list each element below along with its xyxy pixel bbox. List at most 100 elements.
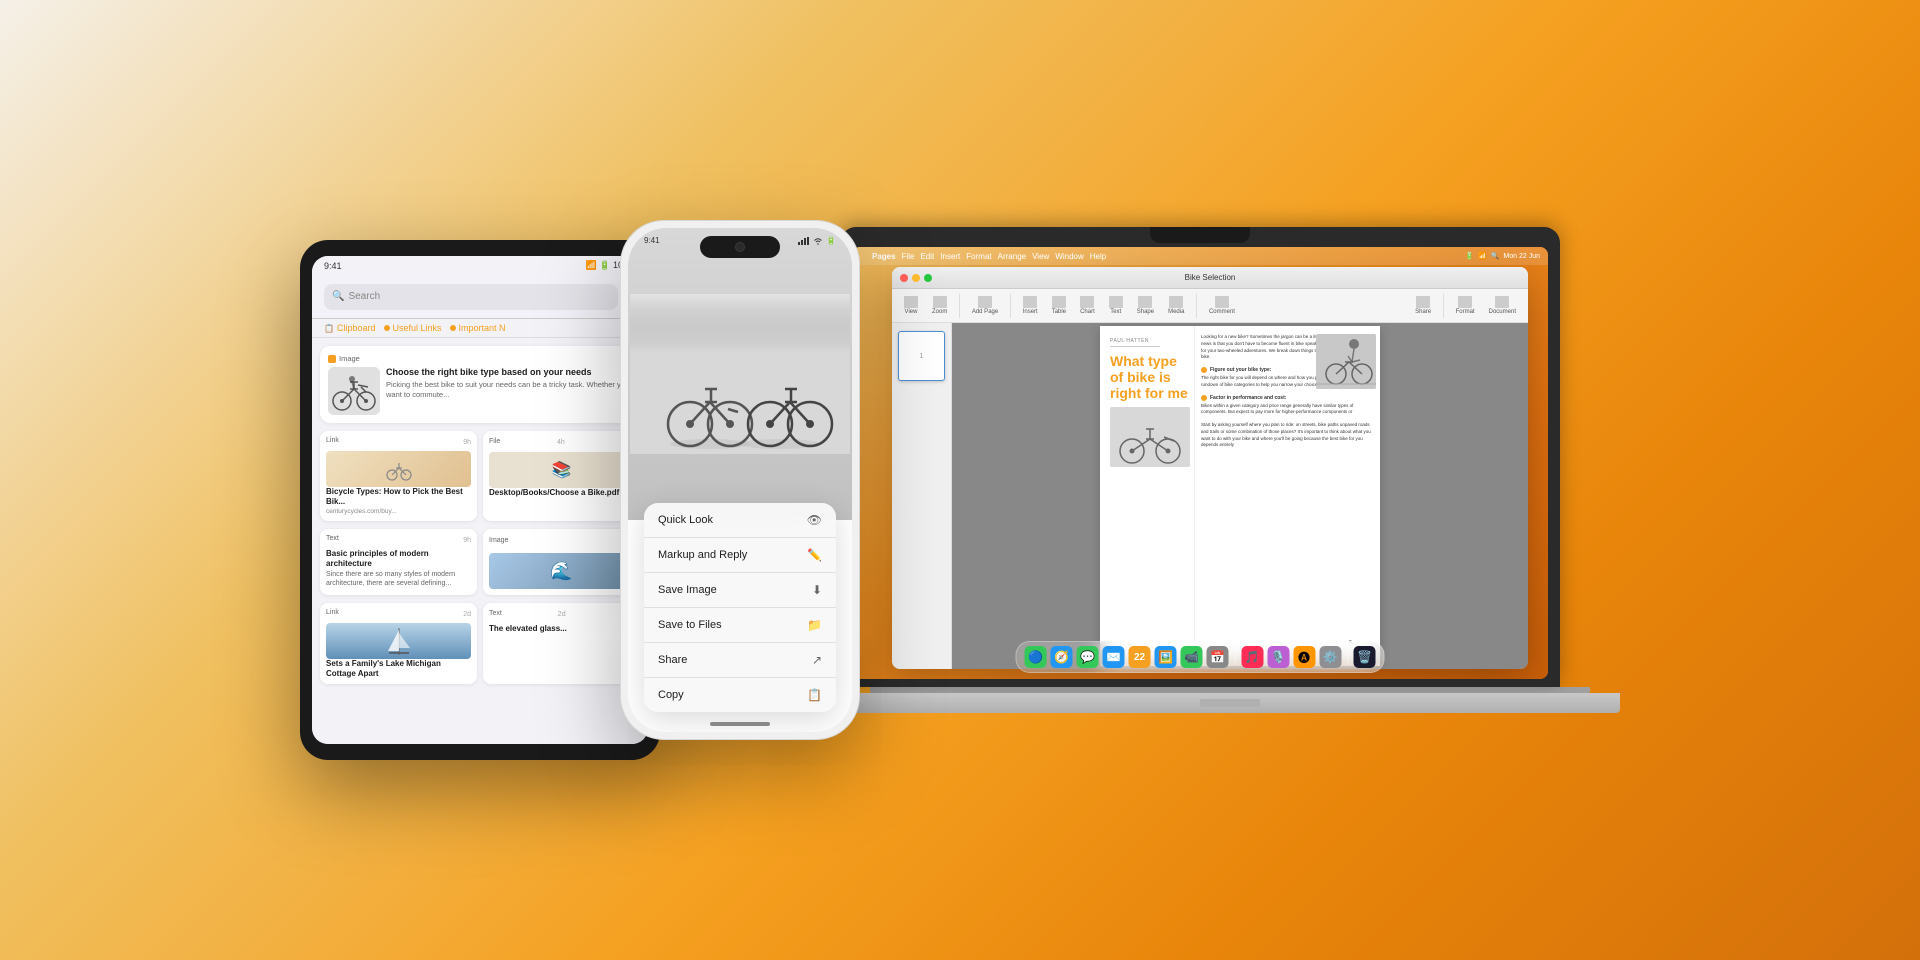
menu-edit[interactable]: Edit	[920, 252, 934, 261]
card-link2-thumb	[326, 623, 471, 659]
mac-wifi-icon: 📶	[1478, 252, 1487, 260]
dock-facetime[interactable]: 📹	[1181, 646, 1203, 668]
menu-insert[interactable]: Insert	[940, 252, 960, 261]
context-copy[interactable]: Copy 📋	[644, 678, 836, 712]
ipad-card-link2[interactable]: Link 2d	[320, 603, 477, 684]
card-link2-header: Link 2d	[326, 609, 471, 619]
ipad-card-pair-2: Text 9h Basic principles of modern archi…	[320, 529, 640, 595]
dock-photos[interactable]: 🖼️	[1155, 646, 1177, 668]
window-maximize-button[interactable]	[924, 274, 932, 282]
ipad-card-text[interactable]: Text 9h Basic principles of modern archi…	[320, 529, 477, 595]
menu-file[interactable]: File	[902, 252, 915, 261]
menu-arrange[interactable]: Arrange	[998, 252, 1026, 261]
mac-menu-items: Pages File Edit Insert Format Arrange Vi…	[872, 252, 1106, 261]
toolbar-view[interactable]: View	[900, 294, 922, 317]
toolbar-divider-4	[1443, 294, 1444, 318]
text-icon	[1109, 296, 1123, 308]
page-section2-text: Bikes within a given category and price …	[1201, 403, 1374, 417]
dock-finder[interactable]: 🔵	[1025, 646, 1047, 668]
toolbar-format[interactable]: Format	[1452, 294, 1479, 317]
dock-trash[interactable]: 🗑️	[1354, 646, 1376, 668]
section1-title-text: Figure out your bike type:	[1210, 367, 1271, 373]
document-icon	[1495, 296, 1509, 308]
toolbar-document[interactable]: Document	[1485, 294, 1520, 317]
menu-pages[interactable]: Pages	[872, 252, 896, 261]
save-files-label: Save to Files	[658, 619, 722, 631]
card-text-time: 9h	[463, 537, 471, 544]
dock-calendar[interactable]: 📅	[1207, 646, 1229, 668]
toolbar-add-page[interactable]: Add Page	[968, 294, 1002, 317]
dock-mail[interactable]: ✉️	[1103, 646, 1125, 668]
card-img2-thumb: 🌊	[489, 553, 634, 589]
window-minimize-button[interactable]	[912, 274, 920, 282]
card-link2-time: 2d	[463, 611, 471, 618]
card-file-time: 4h	[557, 439, 565, 446]
card-1-title: Choose the right bike type based on your…	[386, 367, 632, 378]
dock-maps[interactable]: 22	[1129, 646, 1151, 668]
toolbar-share[interactable]: Share	[1411, 294, 1435, 317]
toolbar-zoom[interactable]: Zoom	[928, 294, 951, 317]
save-image-label: Save Image	[658, 584, 717, 596]
ipad-search-bar[interactable]: 🔍 Search	[324, 284, 618, 310]
window-close-button[interactable]	[900, 274, 908, 282]
toolbar-chart[interactable]: Chart	[1076, 294, 1099, 317]
chart-icon	[1080, 296, 1094, 308]
menu-help[interactable]: Help	[1090, 252, 1106, 261]
context-share[interactable]: Share ↗	[644, 643, 836, 678]
table-label: Table	[1052, 309, 1066, 315]
ipad-app-screen: 9:41 📶 🔋 100% 🔍 Search ...	[312, 256, 648, 744]
card-text-desc: Since there are so many styles of modern…	[326, 570, 471, 588]
context-save-image[interactable]: Save Image ⬇	[644, 573, 836, 608]
mac-battery-icon: 🔋	[1465, 252, 1474, 260]
card-1-desc: Picking the best bike to suit your needs…	[386, 380, 632, 400]
context-quick-look[interactable]: Quick Look 👁	[644, 503, 836, 538]
dock-safari[interactable]: 🧭	[1051, 646, 1073, 668]
toolbar-media[interactable]: Media	[1164, 294, 1188, 317]
card-link-thumb	[326, 451, 471, 487]
mac-menu-bar: Pages File Edit Insert Format Arrange Vi…	[852, 247, 1548, 265]
ipad-tab-clipboard[interactable]: 📋 Clipboard	[324, 323, 376, 333]
ipad-card-image2[interactable]: Image 🌊	[483, 529, 640, 595]
zoom-icon	[933, 296, 947, 308]
card-text2-time: 2d	[558, 611, 566, 618]
ipad-card-1[interactable]: Image 2h	[320, 346, 640, 423]
ipad-card-text2[interactable]: Text 2d 🔖 The elevated glass...	[483, 603, 640, 684]
menu-format[interactable]: Format	[966, 252, 991, 261]
card-1-text: Choose the right bike type based on your…	[386, 367, 632, 415]
page-big-title[interactable]: What type of bike is right for me	[1110, 353, 1188, 401]
ipad-tab-important[interactable]: Important N	[450, 323, 506, 333]
mac-search-icon[interactable]: 🔍	[1491, 252, 1500, 260]
tab-links-label: Useful Links	[393, 323, 442, 333]
iphone-context-menu: Quick Look 👁 Markup and Reply ✏️ Save Im…	[644, 503, 836, 712]
dock-settings[interactable]: ⚙️	[1319, 646, 1341, 668]
context-save-files[interactable]: Save to Files 📁	[644, 608, 836, 643]
toolbar-insert[interactable]: Insert	[1019, 294, 1042, 317]
toolbar-comment[interactable]: Comment	[1205, 294, 1239, 317]
context-markup-reply[interactable]: Markup and Reply ✏️	[644, 538, 836, 573]
page-thumbnail-1[interactable]: 1	[898, 331, 945, 381]
dock-podcasts[interactable]: 🎙️	[1267, 646, 1289, 668]
pages-canvas: PAUL HATTEN What type of bike is right f…	[952, 323, 1528, 669]
toolbar-shape[interactable]: Shape	[1133, 294, 1158, 317]
menu-window[interactable]: Window	[1055, 252, 1083, 261]
dock-messages[interactable]: 💬	[1077, 646, 1099, 668]
search-icon: 🔍	[332, 291, 344, 302]
dock-appstore[interactable]: 🅐	[1293, 646, 1315, 668]
ipad-card-file[interactable]: File 4h 📄 📚 Desktop/Books/Choose a Bike.…	[483, 431, 640, 521]
rider-svg	[1316, 334, 1376, 389]
macbook-screen-area: Pages File Edit Insert Format Arrange Vi…	[840, 227, 1560, 687]
menu-view[interactable]: View	[1032, 252, 1049, 261]
card-text2-header: Text 2d 🔖	[489, 609, 634, 620]
ipad-card-link[interactable]: Link 9h	[320, 431, 477, 521]
card-1-type: Image	[339, 354, 360, 363]
toolbar-text[interactable]: Text	[1105, 294, 1127, 317]
pages-document-area: 1 PAUL HATTEN What type of bike is right…	[892, 323, 1528, 669]
dock-music[interactable]: 🎵	[1241, 646, 1263, 668]
card-1-thumb	[328, 367, 380, 415]
add-page-label: Add Page	[972, 309, 998, 315]
toolbar-table[interactable]: Table	[1048, 294, 1070, 317]
macbook-device: Pages File Edit Insert Format Arrange Vi…	[840, 227, 1620, 713]
link-bike-svg	[383, 456, 415, 482]
ipad-tab-links[interactable]: Useful Links	[384, 323, 442, 333]
card-text-title: Basic principles of modern architecture	[326, 549, 471, 568]
